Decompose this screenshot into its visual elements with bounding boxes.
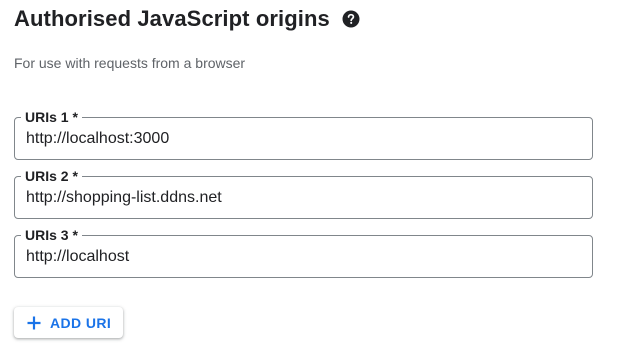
uri-field-1[interactable]: URIs 1 * <box>14 108 593 160</box>
help-circle-icon[interactable] <box>342 10 360 28</box>
section-subtitle: For use with requests from a browser <box>14 55 246 71</box>
uri-input-2[interactable] <box>26 177 582 218</box>
uri-input-1[interactable] <box>26 118 582 159</box>
uri-field-2[interactable]: URIs 2 * <box>14 167 593 219</box>
uri-input-3[interactable] <box>26 236 582 277</box>
plus-icon <box>25 314 43 332</box>
section-title: Authorised JavaScript origins <box>14 6 330 31</box>
add-uri-button[interactable]: ADD URI <box>14 307 124 338</box>
add-uri-label: ADD URI <box>50 314 112 331</box>
section-header: Authorised JavaScript origins <box>14 4 360 34</box>
uri-field-3[interactable]: URIs 3 * <box>14 226 593 278</box>
